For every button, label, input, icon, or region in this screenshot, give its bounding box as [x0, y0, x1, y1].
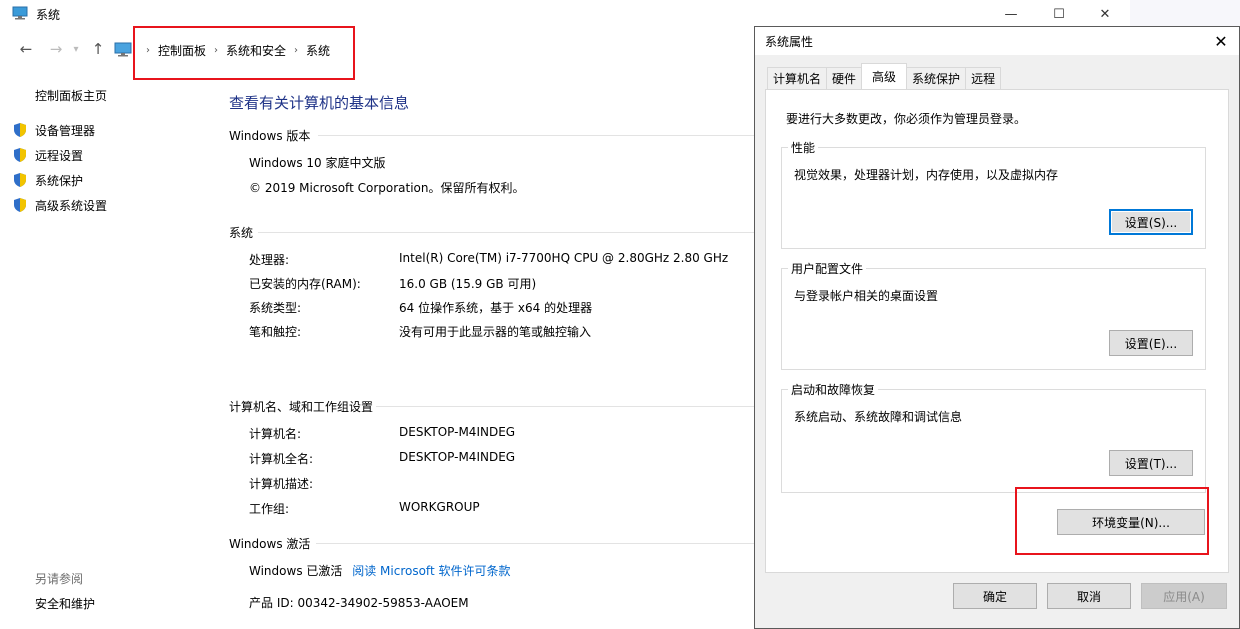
maximize-button[interactable]: ☐ [1036, 0, 1082, 28]
tab-system-protection[interactable]: 系统保护 [906, 67, 967, 89]
license-terms-link[interactable]: 阅读 Microsoft 软件许可条款 [352, 564, 510, 578]
ram-value: 16.0 GB (15.9 GB 可用) [399, 277, 537, 291]
section-divider [258, 232, 754, 233]
section-divider [318, 135, 754, 136]
system-type-value: 64 位操作系统，基于 x64 的处理器 [399, 301, 593, 315]
up-arrow-icon[interactable]: ↑ [86, 38, 110, 60]
close-button[interactable]: ✕ [1082, 0, 1128, 28]
computer-name-value: DESKTOP-M4INDEG [399, 425, 516, 439]
user-profiles-group: 用户配置文件 与登录帐户相关的桌面设置 设置(E)... [781, 260, 1206, 370]
sidebar-item-device-manager[interactable]: 设备管理器 [12, 121, 95, 139]
startup-recovery-group: 启动和故障恢复 系统启动、系统故障和调试信息 设置(T)... [781, 381, 1206, 493]
sidebar-item-label: 高级系统设置 [35, 198, 108, 213]
system-properties-dialog: 系统属性 ✕ 计算机名 硬件 高级 系统保护 远程 要进行大多数更改，你必须作为… [754, 26, 1240, 629]
full-name-label: 计算机全名: [249, 452, 314, 466]
page-title: 查看有关计算机的基本信息 [229, 94, 410, 112]
security-maintenance-link[interactable]: 安全和维护 [35, 595, 95, 612]
processor-label: 处理器: [249, 253, 290, 267]
edition-name: Windows 10 家庭中文版 [249, 156, 386, 170]
dialog-title: 系统属性 [765, 35, 814, 49]
activation-status: Windows 已激活 [249, 564, 343, 578]
window-title: 系统 [36, 8, 61, 22]
tab-hardware[interactable]: 硬件 [826, 67, 863, 89]
copyright-text: © 2019 Microsoft Corporation。保留所有权利。 [249, 181, 525, 195]
tab-strip: 计算机名 硬件 高级 系统保护 远程 [767, 63, 1002, 89]
shield-icon [14, 148, 26, 162]
ok-button[interactable]: 确定 [953, 583, 1037, 609]
control-panel-icon [114, 41, 132, 60]
shield-icon [14, 198, 26, 212]
workgroup-label: 工作组: [249, 502, 290, 516]
admin-note: 要进行大多数更改，你必须作为管理员登录。 [786, 112, 1027, 126]
system-heading: 系统 [229, 226, 254, 240]
user-profiles-settings-button[interactable]: 设置(E)... [1109, 330, 1193, 356]
sidebar-item-advanced-settings[interactable]: 高级系统设置 [12, 196, 107, 214]
startup-recovery-desc: 系统启动、系统故障和调试信息 [794, 410, 963, 424]
startup-recovery-settings-button[interactable]: 设置(T)... [1109, 450, 1193, 476]
windows-edition-heading: Windows 版本 [229, 129, 311, 143]
tab-computer-name[interactable]: 计算机名 [767, 67, 828, 89]
apply-button[interactable]: 应用(A) [1141, 583, 1227, 609]
user-profiles-legend: 用户配置文件 [788, 260, 867, 277]
full-name-value: DESKTOP-M4INDEG [399, 450, 516, 464]
title-bar: 系统 — ☐ ✕ [0, 0, 1130, 28]
sidebar-item-label: 远程设置 [35, 148, 84, 163]
user-profiles-desc: 与登录帐户相关的桌面设置 [794, 289, 939, 303]
processor-value: Intel(R) Core(TM) i7-7700HQ CPU @ 2.80GH… [399, 251, 729, 265]
description-label: 计算机描述: [249, 477, 314, 491]
section-divider [376, 406, 754, 407]
system-type-label: 系统类型: [249, 301, 302, 315]
computer-name-label: 计算机名: [249, 427, 302, 441]
sidebar-item-label: 系统保护 [35, 173, 84, 188]
performance-legend: 性能 [788, 139, 819, 156]
breadcrumb-highlight-box [133, 26, 355, 80]
workgroup-value: WORKGROUP [399, 500, 480, 514]
activation-heading: Windows 激活 [229, 537, 311, 551]
pen-touch-value: 没有可用于此显示器的笔或触控输入 [399, 325, 592, 339]
cancel-button[interactable]: 取消 [1047, 583, 1131, 609]
dialog-close-button[interactable]: ✕ [1209, 29, 1233, 53]
computer-name-heading: 计算机名、域和工作组设置 [229, 400, 374, 414]
startup-recovery-legend: 启动和故障恢复 [788, 381, 879, 398]
performance-settings-button[interactable]: 设置(S)... [1109, 209, 1193, 235]
ram-label: 已安装的内存(RAM): [249, 277, 361, 291]
sidebar-item-remote-settings[interactable]: 远程设置 [12, 146, 83, 164]
performance-group: 性能 视觉效果，处理器计划，内存使用，以及虚拟内存 设置(S)... [781, 139, 1206, 249]
back-arrow-icon[interactable]: ← [14, 38, 38, 60]
computer-icon [12, 6, 28, 23]
section-divider [316, 543, 754, 544]
sidebar-item-label: 设备管理器 [35, 123, 96, 138]
control-panel-home-link[interactable]: 控制面板主页 [35, 87, 107, 104]
sidebar-item-system-protection[interactable]: 系统保护 [12, 171, 83, 189]
tab-advanced[interactable]: 高级 [861, 63, 908, 89]
product-id: 产品 ID: 00342-34902-59853-AAOEM [249, 596, 469, 610]
history-dropdown-icon[interactable]: ▾ [64, 38, 88, 60]
shield-icon [14, 123, 26, 137]
dialog-title-bar: 系统属性 ✕ [755, 27, 1239, 55]
performance-desc: 视觉效果，处理器计划，内存使用，以及虚拟内存 [794, 168, 1059, 182]
minimize-button[interactable]: — [988, 0, 1034, 28]
see-also-heading: 另请参阅 [35, 572, 84, 586]
shield-icon [14, 173, 26, 187]
activation-status-row: Windows 已激活 阅读 Microsoft 软件许可条款 [249, 562, 510, 579]
env-button-highlight-box [1015, 487, 1209, 555]
pen-touch-label: 笔和触控: [249, 325, 302, 339]
tab-remote[interactable]: 远程 [965, 67, 1002, 89]
